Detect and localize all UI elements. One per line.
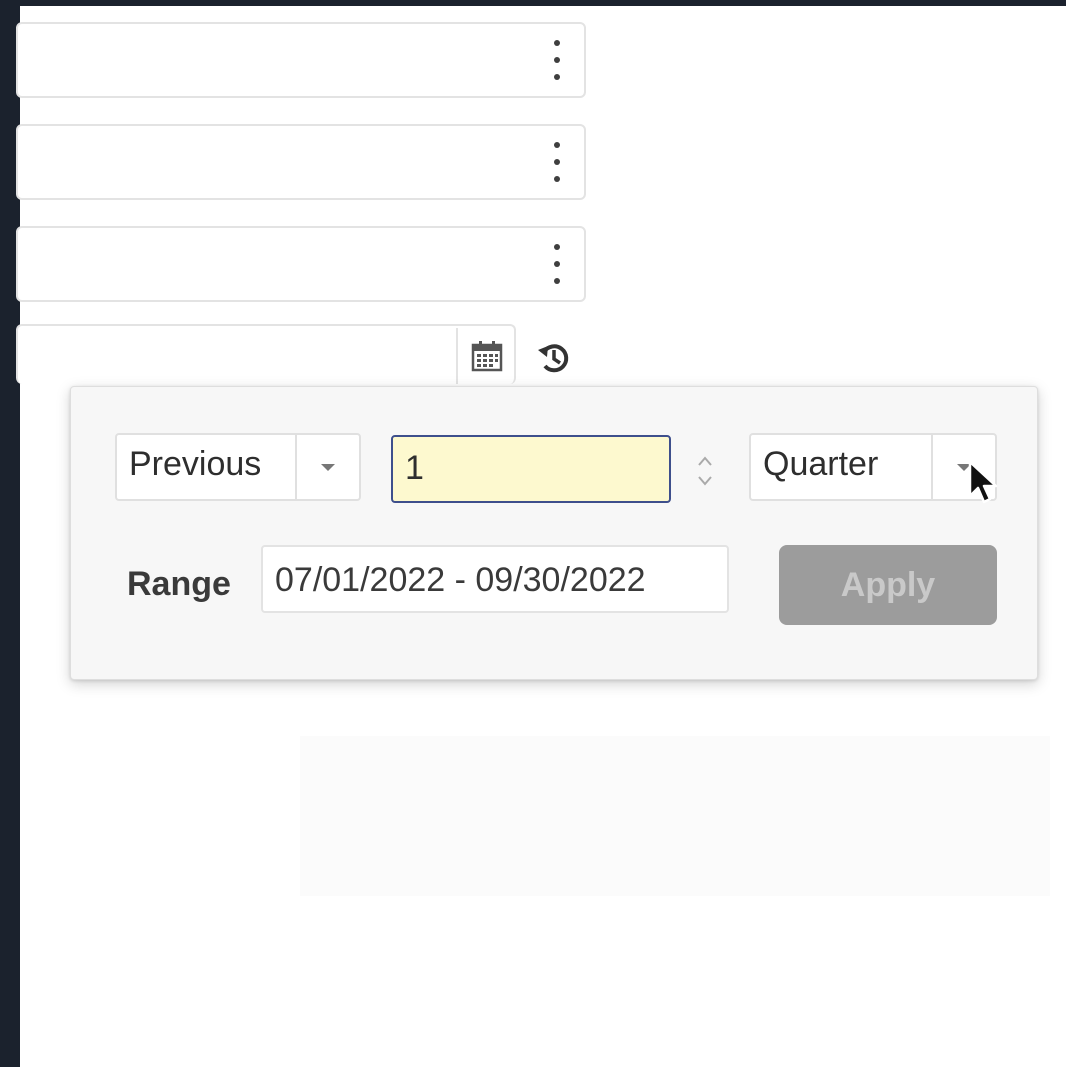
mouse-pointer-icon	[968, 460, 998, 504]
range-value: 07/01/2022 - 09/30/2022	[275, 561, 646, 599]
period-count-value: 1	[405, 449, 424, 487]
calendar-button[interactable]	[456, 328, 516, 384]
history-icon	[538, 344, 569, 373]
kebab-menu-icon[interactable]	[552, 142, 562, 182]
direction-select-value: Previous	[129, 445, 262, 483]
calendar-icon	[471, 341, 503, 372]
range-input[interactable]: 07/01/2022 - 09/30/2022	[261, 545, 729, 613]
direction-dropdown-toggle[interactable]	[295, 435, 359, 499]
period-count-input[interactable]: 1	[391, 435, 671, 503]
range-label: Range	[127, 565, 231, 603]
chevron-down-icon	[321, 463, 335, 471]
apply-button[interactable]: Apply	[779, 545, 997, 625]
direction-select[interactable]: Previous	[115, 433, 361, 501]
field-row-2[interactable]	[16, 124, 586, 200]
relative-date-popover: Previous 1 Quarter Range 07/01/2022 - 09…	[70, 386, 1038, 680]
history-button[interactable]	[532, 336, 576, 380]
kebab-menu-icon[interactable]	[552, 244, 562, 284]
background-panel	[300, 736, 1050, 896]
date-range-field[interactable]	[16, 324, 516, 384]
kebab-menu-icon[interactable]	[552, 40, 562, 80]
field-row-1[interactable]	[16, 22, 586, 98]
field-row-3[interactable]	[16, 226, 586, 302]
unit-select[interactable]: Quarter	[749, 433, 997, 501]
main-panel: Previous 1 Quarter Range 07/01/2022 - 09…	[16, 6, 1066, 1067]
up-down-spinner-icon[interactable]	[685, 443, 725, 499]
unit-select-value: Quarter	[763, 445, 879, 483]
